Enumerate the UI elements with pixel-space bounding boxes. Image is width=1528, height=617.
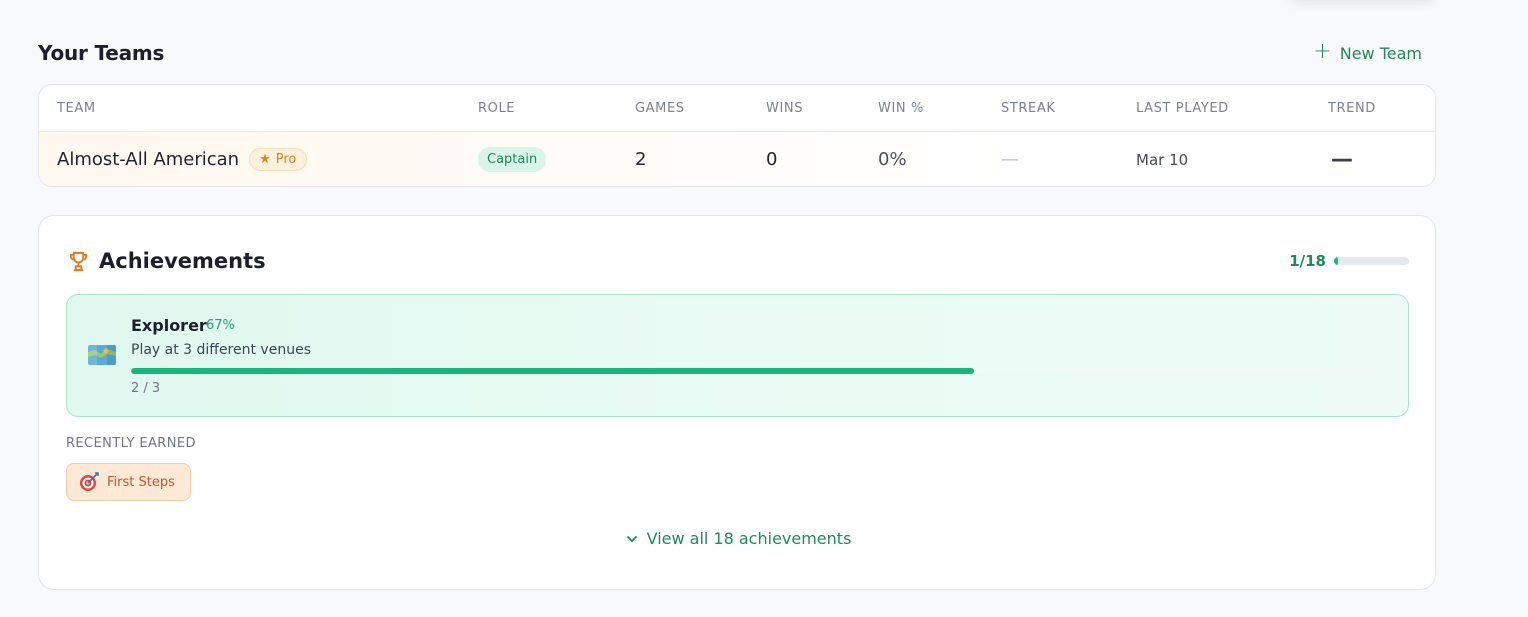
recently-earned-label: RECENTLY EARNED [66,436,196,451]
achievement-description: Play at 3 different venues [131,342,311,358]
column-header-streak: STREAK [1001,101,1056,116]
wins-cell: 0 [766,149,778,170]
pro-badge: ★ Pro [249,148,308,171]
recent-achievement-name: First Steps [107,474,175,490]
achievements-progress-bar [1334,257,1409,265]
table-row[interactable]: Almost-All American ★ Pro Captain 2 0 0%… [39,132,1435,186]
plus-icon: + [1313,39,1332,64]
view-all-achievements-link[interactable]: View all 18 achievements [39,529,1437,548]
achievement-progress-fill [131,368,974,374]
streak-cell: — [1001,149,1019,170]
table-header: TEAM ROLE GAMES WINS WIN % STREAK LAST P… [39,85,1435,132]
achievements-header: Achievements 1/18 [67,247,1409,275]
achievement-count: 2 / 3 [131,381,161,396]
last-played-cell: Mar 10 [1136,150,1189,169]
column-header-games: GAMES [635,101,685,116]
games-cell: 2 [635,149,647,170]
new-team-label: New Team [1339,43,1422,63]
column-header-win-pct: WIN % [878,101,924,116]
column-header-team: TEAM [57,101,96,116]
win-pct-cell: 0% [878,149,907,170]
column-header-wins: WINS [766,101,804,116]
chevron-down-icon [626,535,637,542]
achievements-title: Achievements [99,249,266,273]
column-header-last-played: LAST PLAYED [1136,101,1229,116]
trend-cell: — [1331,147,1353,172]
teams-header: Your Teams + New Team [38,38,1435,68]
achievements-progress-fill [1334,257,1339,265]
achievement-in-progress[interactable]: Explorer 67% Play at 3 different venues … [66,294,1409,417]
achievements-title-wrap: Achievements [67,249,266,273]
achievements-progress: 1/18 [1289,252,1409,270]
map-icon [88,345,116,365]
star-icon: ★ [259,152,271,167]
recent-achievement-badge[interactable]: First Steps [66,463,191,501]
column-header-trend: TREND [1328,101,1376,116]
trophy-icon [69,251,88,271]
achievements-card: Achievements 1/18 Explorer 67% Play at 3… [38,215,1436,590]
team-cell: Almost-All American ★ Pro [57,132,308,186]
achievement-progress-bar [131,368,1389,374]
new-team-button[interactable]: + New Team [1313,39,1435,64]
view-all-label: View all 18 achievements [646,529,852,548]
target-icon [80,472,99,491]
achievement-name: Explorer [131,316,207,335]
teams-table: TEAM ROLE GAMES WINS WIN % STREAK LAST P… [38,84,1436,187]
teams-title: Your Teams [38,41,165,65]
column-header-role: ROLE [478,101,516,116]
role-badge: Captain [478,147,547,172]
achievement-percent: 67% [206,318,235,333]
achievements-progress-count: 1/18 [1289,252,1326,270]
pro-badge-label: Pro [275,152,297,167]
role-cell: Captain [478,132,547,186]
team-name[interactable]: Almost-All American [57,149,239,170]
